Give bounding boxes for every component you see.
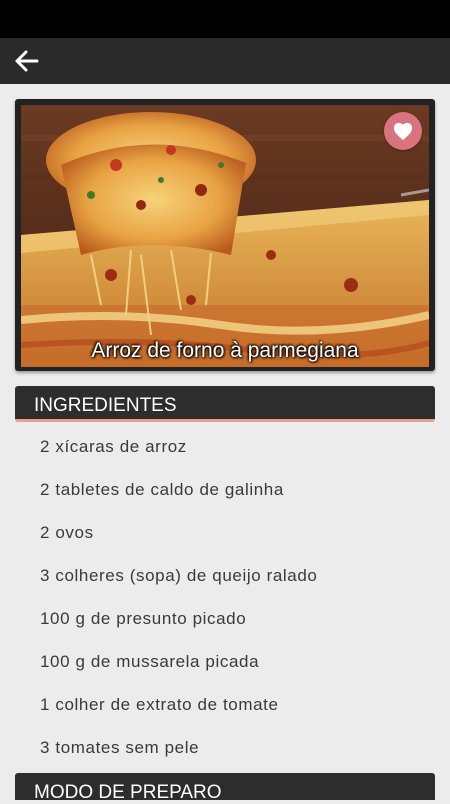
list-item: 100 g de mussarela picada bbox=[40, 652, 260, 671]
list-item: 2 xícaras de arroz bbox=[40, 437, 187, 456]
recipe-card: Arroz de forno à parmegiana bbox=[15, 99, 435, 371]
list-item: 3 tomates sem pele bbox=[40, 738, 200, 757]
ingredients-header-label: INGREDIENTES bbox=[34, 395, 177, 416]
list-item: 2 tabletes de caldo de galinha bbox=[40, 480, 284, 499]
list-item: 2 ovos bbox=[40, 523, 94, 542]
list-item: 3 colheres (sopa) de queijo ralado bbox=[40, 566, 318, 585]
preparation-header: MODO DE PREPARO bbox=[15, 773, 435, 803]
ingredients-header: INGREDIENTES bbox=[15, 386, 435, 422]
status-bar bbox=[0, 0, 450, 38]
arrow-left-icon bbox=[15, 50, 39, 72]
favorite-button[interactable] bbox=[384, 112, 422, 150]
back-button[interactable] bbox=[8, 44, 44, 78]
app-bar bbox=[0, 38, 450, 84]
ingredients-list: 2 xícaras de arroz 2 tabletes de caldo d… bbox=[40, 434, 317, 778]
recipe-title: Arroz de forno à parmegiana bbox=[91, 339, 359, 362]
recipe-photo: Arroz de forno à parmegiana bbox=[21, 105, 429, 367]
heart-icon bbox=[393, 122, 413, 141]
list-item: 1 colher de extrato de tomate bbox=[40, 695, 279, 714]
list-item: 100 g de presunto picado bbox=[40, 609, 247, 628]
preparation-header-label: MODO DE PREPARO bbox=[34, 782, 222, 803]
